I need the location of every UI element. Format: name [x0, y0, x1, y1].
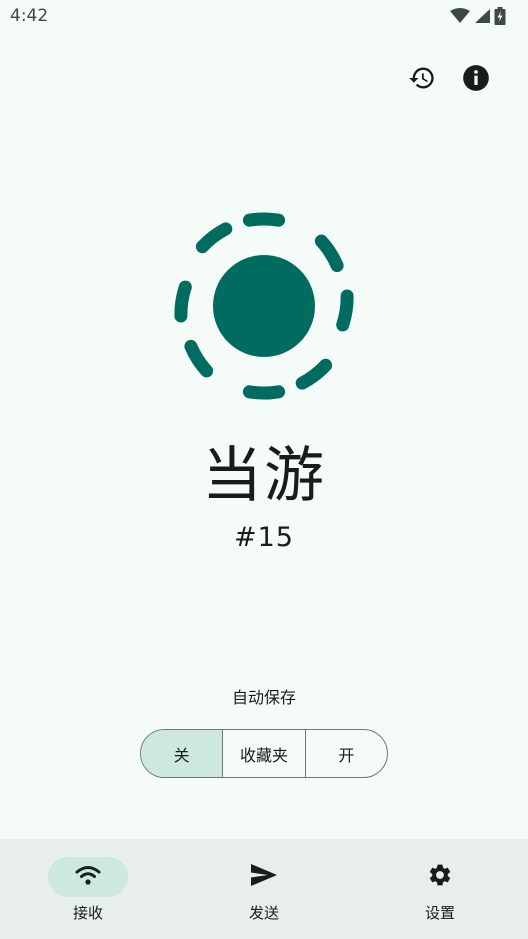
autosave-label: 自动保存	[231, 688, 296, 707]
device-name: 当游	[202, 441, 326, 511]
send-icon	[250, 863, 278, 891]
app-screen: 4:42 当游 #15 自动保存 关 收藏夹 开 接收 发送 设置	[0, 0, 528, 939]
autosave-segmented-control: 关 收藏夹 开	[140, 729, 388, 778]
top-actions	[406, 64, 492, 96]
cell-signal-icon	[474, 8, 490, 24]
nav-item-receive[interactable]: 接收	[0, 839, 176, 939]
autosave-option-on[interactable]: 开	[306, 730, 387, 777]
bottom-navigation: 接收 发送 设置	[0, 839, 528, 939]
autosave-option-favorites[interactable]: 收藏夹	[223, 730, 306, 777]
nav-item-send[interactable]: 发送	[176, 839, 352, 939]
status-time: 4:42	[10, 6, 49, 26]
wifi-icon	[75, 864, 101, 890]
nav-label-send: 发送	[248, 904, 279, 922]
device-number: #15	[234, 522, 294, 553]
status-icons	[450, 7, 506, 25]
status-bar: 4:42	[0, 0, 528, 32]
wifi-signal-icon	[450, 8, 470, 24]
gear-icon	[427, 862, 453, 892]
nav-active-indicator	[48, 857, 128, 897]
history-icon	[408, 64, 436, 96]
nav-item-settings[interactable]: 设置	[352, 839, 528, 939]
nav-indicator	[224, 857, 304, 897]
history-button[interactable]	[406, 64, 438, 96]
nav-indicator	[400, 857, 480, 897]
info-button[interactable]	[460, 64, 492, 96]
nav-label-receive: 接收	[72, 904, 103, 922]
nav-label-settings: 设置	[424, 904, 455, 922]
device-logo	[167, 209, 361, 403]
info-icon	[462, 64, 490, 96]
autosave-option-off[interactable]: 关	[141, 730, 224, 777]
battery-icon	[494, 7, 506, 25]
